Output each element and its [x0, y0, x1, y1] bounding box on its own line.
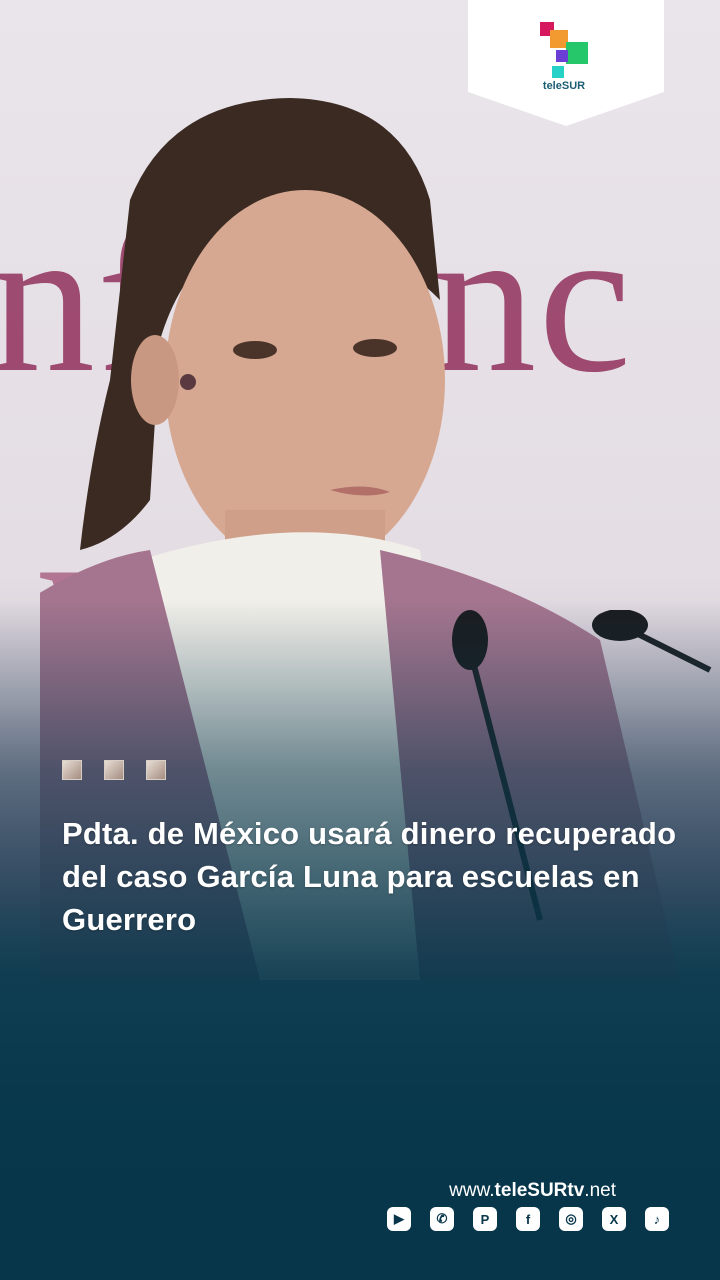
decor-square	[62, 760, 82, 780]
url-brand: teleSURtv	[494, 1180, 585, 1201]
decor-square	[146, 760, 166, 780]
headline: Pdta. de México usará dinero recuperado …	[62, 816, 677, 937]
url-prefix: www.	[449, 1180, 495, 1201]
instagram-icon[interactable]: ◎	[559, 1207, 583, 1231]
pinterest-icon[interactable]: P	[473, 1207, 497, 1231]
decor-square	[104, 760, 124, 780]
telesur-logo-icon	[540, 22, 588, 78]
url-suffix: .net	[584, 1180, 616, 1201]
tiktok-icon[interactable]: ♪	[645, 1207, 669, 1231]
logo-wordmark: teleSUR	[542, 80, 586, 92]
facebook-icon[interactable]: f	[516, 1207, 540, 1231]
story-frame: nferenc Wi lo teleSU	[0, 0, 720, 1280]
decorative-squares	[62, 760, 166, 780]
website-url[interactable]: www.teleSURtv.net	[449, 1180, 616, 1202]
x-icon[interactable]: X	[602, 1207, 626, 1231]
youtube-icon[interactable]: ▶	[387, 1207, 411, 1231]
whatsapp-icon[interactable]: ✆	[430, 1207, 454, 1231]
social-icons: ▶ ✆ P f ◎ X ♪	[387, 1207, 669, 1231]
